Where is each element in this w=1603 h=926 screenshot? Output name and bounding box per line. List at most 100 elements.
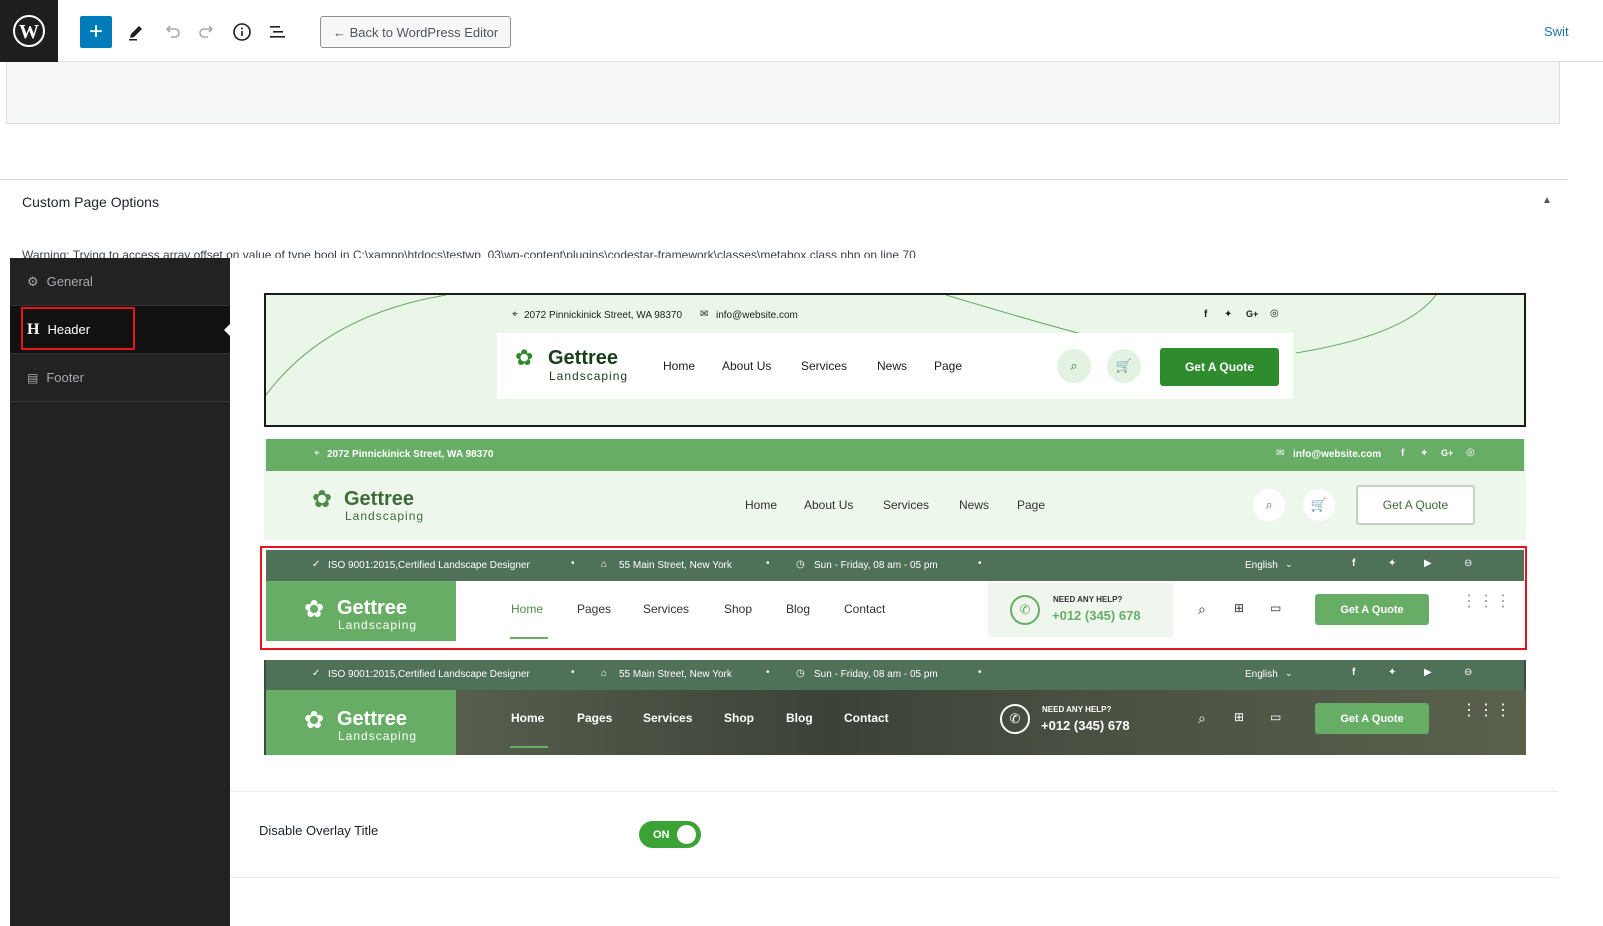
cart-icon[interactable]: 🛒 [1107,349,1141,383]
list-view-icon[interactable] [262,16,294,48]
facebook-icon[interactable]: f [1352,667,1355,678]
section-divider [230,877,1558,878]
wordpress-logo-icon[interactable]: W [0,0,58,62]
dot-separator: • [571,667,575,678]
email-text: info@website.com [1293,449,1382,460]
header-option-4[interactable]: ✓ ISO 9001:2015,Certified Landscape Desi… [264,660,1526,755]
search-icon[interactable]: ⌕ [1253,489,1285,521]
map-pin-icon: ⌖ [512,309,518,320]
nav-pages[interactable]: Pages [577,711,612,725]
twitter-icon[interactable]: ✦ [1224,309,1232,320]
toggle-knob [677,825,696,844]
facebook-icon[interactable]: f [1204,309,1207,320]
nav-news[interactable]: News [959,498,989,512]
edit-pencil-icon[interactable] [120,16,152,48]
twitter-icon[interactable]: ✦ [1388,667,1396,678]
map-pin-icon: ⌖ [314,448,320,459]
sidebar-item-label: General [46,274,93,289]
options-sidebar: ⚙ General H Header ▤ Footer [10,258,230,926]
cert-text: ISO 9001:2015,Certified Landscape Design… [328,669,530,680]
svg-text:W: W [19,21,39,43]
disable-overlay-label: Disable Overlay Title [259,823,379,838]
address-text: 2072 Pinnickinick Street, WA 98370 [524,310,683,321]
facebook-icon[interactable]: f [1401,448,1404,459]
nav-contact[interactable]: Contact [844,711,889,725]
editor-toolbar: W + ← Back to WordPress Editor Swit [0,0,1603,62]
nav-blog[interactable]: Blog [786,711,813,725]
switch-link[interactable]: Swit [1544,24,1569,39]
nav-services[interactable]: Services [883,498,929,512]
top-info-bar: ⌖ 2072 Pinnickinick Street, WA 98370 ✉ i… [266,439,1524,471]
logo-subtitle: Landscaping [338,729,418,743]
logo-subtitle: Landscaping [345,509,425,523]
selected-header-highlight [260,546,1527,650]
header-option-2[interactable]: ⌖ 2072 Pinnickinick Street, WA 98370 ✉ i… [264,439,1526,540]
get-quote-button[interactable]: Get A Quote [1315,703,1429,734]
mail-icon: ✉ [1276,448,1285,459]
undo-icon[interactable] [156,16,188,48]
php-warning: Warning: Trying to access array offset o… [22,248,916,258]
chevron-down-icon: ⌄ [1285,668,1293,678]
tree-logo-icon: ✿ [304,707,325,734]
sidebar-item-general[interactable]: ⚙ General [10,258,230,306]
email-text: info@website.com [716,310,798,321]
nav-page[interactable]: Page [934,359,962,373]
address-text: 2072 Pinnickinick Street, WA 98370 [327,449,494,460]
dot-separator: • [766,667,770,678]
collapse-caret-icon[interactable]: ▲ [1542,195,1552,206]
logo-subtitle: Landscaping [549,369,629,383]
nav-shop[interactable]: Shop [724,711,754,725]
tripadvisor-icon[interactable]: ⊖ [1464,667,1472,678]
nav-page[interactable]: Page [1017,498,1045,512]
google-plus-icon[interactable]: G+ [1246,309,1258,319]
youtube-icon[interactable]: ▶ [1424,667,1432,678]
sidebar-item-footer[interactable]: ▤ Footer [10,354,230,402]
nav-services[interactable]: Services [801,359,847,373]
nav-home[interactable]: Home [663,359,695,373]
chat-icon[interactable]: ▭ [1270,710,1281,724]
footer-icon: ▤ [27,370,39,385]
phone-number[interactable]: +012 (345) 678 [1041,718,1130,733]
logo-block: ✿ Gettree Landscaping [266,690,456,755]
get-quote-button[interactable]: Get A Quote [1356,485,1475,525]
twitter-icon[interactable]: ✦ [1420,448,1428,459]
dot-separator: • [978,667,982,678]
redo-icon[interactable] [191,16,223,48]
get-quote-button[interactable]: Get A Quote [1160,348,1279,386]
disable-overlay-toggle[interactable]: ON [639,821,701,848]
panel-title: Custom Page Options [22,194,159,210]
tree-logo-icon: ✿ [312,486,333,513]
search-icon[interactable]: ⌕ [1057,349,1091,383]
cart-icon[interactable]: 🛒 [1303,489,1335,521]
active-underline [510,746,548,748]
editor-content-area [6,62,1560,124]
back-to-editor-button[interactable]: ← Back to WordPress Editor [320,16,512,48]
gears-icon: ⚙ [27,273,39,289]
instagram-icon[interactable]: ◎ [1270,308,1279,319]
hours-text: Sun - Friday, 08 am - 05 pm [814,669,938,680]
header-bar: ✿ Gettree Landscaping Home About Us Serv… [497,333,1293,399]
nav-services[interactable]: Services [643,711,692,725]
google-plus-icon[interactable]: G+ [1441,448,1453,458]
language-select[interactable]: English [1245,669,1278,680]
section-divider [230,791,1558,792]
logo-title: Gettree [344,488,415,510]
help-label: NEED ANY HELP? [1042,705,1112,714]
header-option-1[interactable]: ⌖ 2072 Pinnickinick Street, WA 98370 ✉ i… [264,293,1526,427]
nav-news[interactable]: News [877,359,907,373]
clock-icon: ◷ [796,668,805,679]
nav-home[interactable]: Home [745,498,777,512]
info-icon[interactable] [226,16,258,48]
nav-about[interactable]: About Us [722,359,771,373]
nav-about[interactable]: About Us [804,498,853,512]
nav-home[interactable]: Home [511,711,544,725]
grid-menu-icon[interactable]: ⋮⋮⋮ [1461,703,1512,719]
logo-title: Gettree [548,347,619,369]
add-block-button[interactable]: + [80,16,112,48]
header-highlight-box [21,307,135,350]
instagram-icon[interactable]: ◎ [1466,447,1475,458]
toggle-state: ON [653,828,670,841]
panel-divider [0,179,1568,180]
search-icon[interactable]: ⌕ [1198,710,1206,727]
basket-icon[interactable]: ⊞ [1234,710,1244,724]
